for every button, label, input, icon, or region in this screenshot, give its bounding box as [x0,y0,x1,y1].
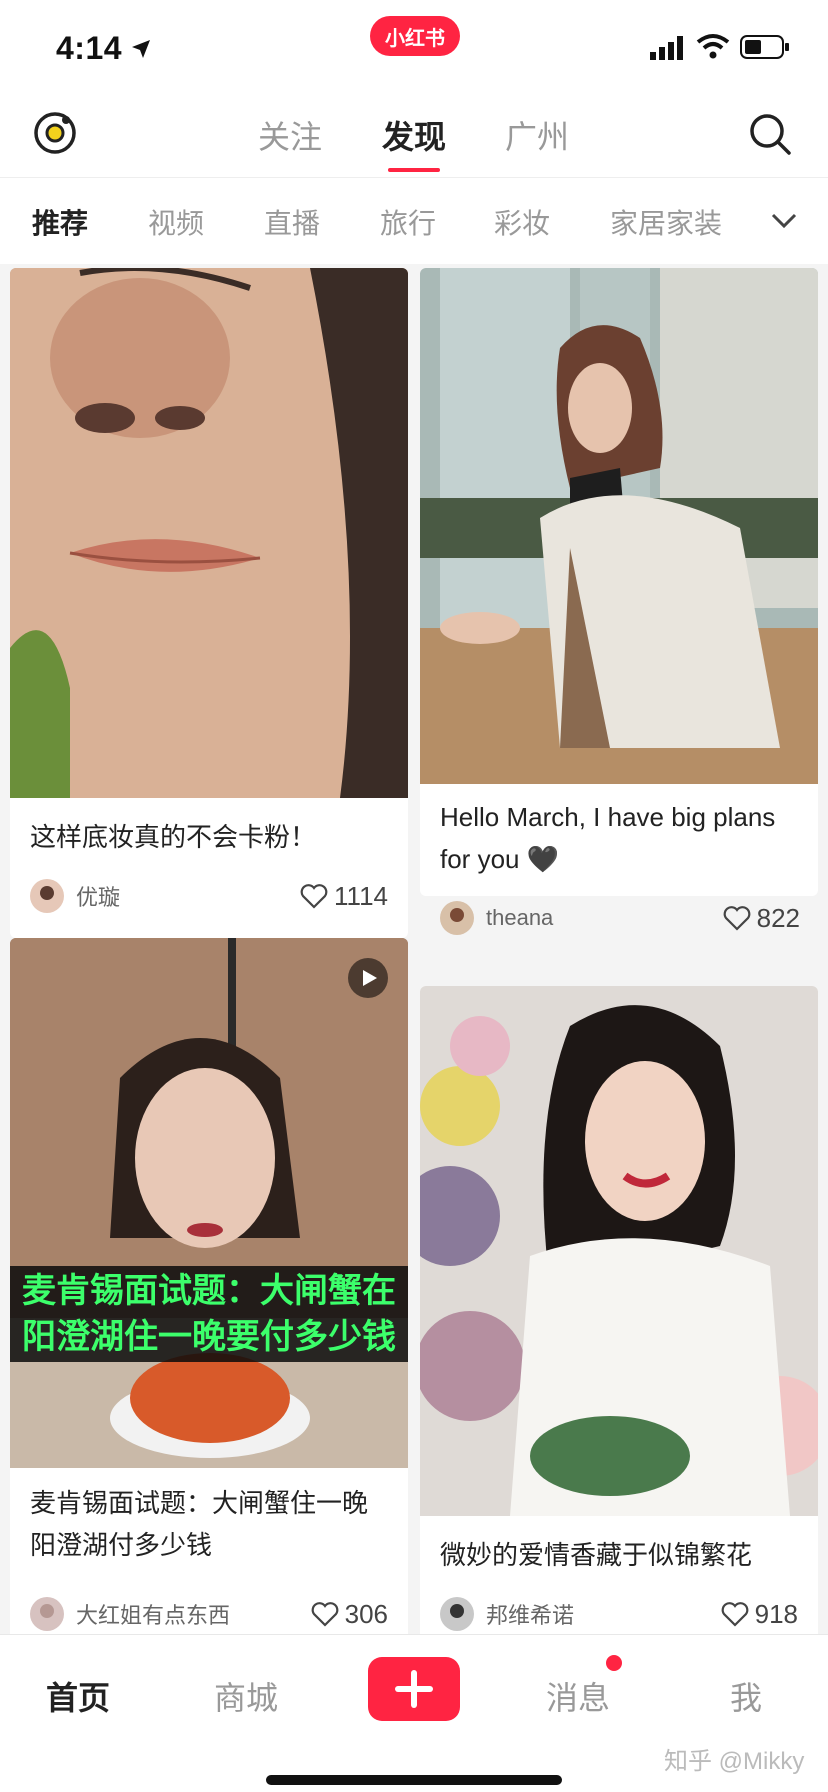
feed-card[interactable]: 麦肯锡面试题：大闸蟹在阳澄湖住一晚要付多少钱 麦肯锡面试题：大闸蟹住一晚阳澄湖付… [10,938,408,1634]
card-title: 麦肯锡面试题：大闸蟹住一晚阳澄湖付多少钱 [30,1488,369,1560]
status-bar: 4:14 小红书 [0,0,828,96]
heart-icon[interactable] [723,905,751,931]
heart-icon[interactable] [721,1601,749,1627]
card-title: 这样底妆真的不会卡粉！ [30,822,317,852]
tab-following[interactable]: 关注 [258,112,322,158]
tab-me[interactable]: 我 [730,1673,762,1719]
tab-home[interactable]: 首页 [46,1673,110,1719]
like-count: 822 [756,902,800,933]
video-thumbnail-image [10,938,408,1468]
category-row: 推荐 视频 直播 旅行 彩妆 家居家装 [0,178,828,264]
face-closeup-image [10,268,408,798]
card-meta: 邦维希诺 918 [440,1596,798,1632]
tab-discover[interactable]: 发现 [382,112,447,172]
category-recommended[interactable]: 推荐 [32,202,88,242]
camera-icon[interactable] [32,110,78,156]
avatar [440,1597,474,1631]
cafe-portrait-image [420,268,818,798]
wifi-icon [696,34,730,59]
app-badge: 小红书 [370,16,460,56]
plus-icon [395,1670,433,1708]
tab-shop[interactable]: 商城 [214,1673,278,1719]
feed: 这样底妆真的不会卡粉！ 优璇 1114 Hello March, I have … [0,264,828,1634]
cellular-signal-icon [650,36,683,60]
card-meta: 大红姐有点东西 306 [30,1596,388,1632]
author-name[interactable]: 邦维希诺 [486,1598,721,1630]
author-name[interactable]: 大红姐有点东西 [76,1598,311,1630]
play-icon [348,958,388,998]
like-count: 918 [754,1598,798,1629]
author-name[interactable]: 优璇 [76,880,300,912]
post-button[interactable] [368,1657,460,1721]
card-image [420,268,818,798]
card-title: 微妙的爱情香藏于似锦繁花 [440,1540,753,1570]
card-meta: theana 822 [440,900,800,936]
top-nav: 关注 发现 广州 [0,96,828,178]
bottom-tab-bar: 首页 商城 消息 我 知乎 @Mikky [0,1634,828,1792]
card-image [420,986,818,1516]
video-caption-overlay: 麦肯锡面试题：大闸蟹在阳澄湖住一晚要付多少钱 [10,1266,408,1362]
card-title: Hello March, I have big plans for you 🖤 [440,802,776,874]
card-image: 麦肯锡面试题：大闸蟹在阳澄湖住一晚要付多少钱 [10,938,408,1468]
tab-label: 发现 [382,119,447,155]
status-time: 4:14 [56,30,123,66]
category-travel[interactable]: 旅行 [380,202,436,242]
home-indicator[interactable] [266,1775,562,1785]
avatar [440,901,474,935]
battery-icon [740,35,789,59]
card-image [10,268,408,798]
chevron-down-icon[interactable] [770,212,798,230]
avatar [30,1597,64,1631]
avatar [30,879,64,913]
watermark: 知乎 @Mikky [664,1748,805,1775]
location-arrow-icon [132,40,150,58]
tab-messages[interactable]: 消息 [546,1673,610,1719]
tab-label: 关注 [258,119,323,155]
card-meta: 优璇 1114 [30,878,388,914]
like-count: 1114 [334,880,388,911]
tab-city[interactable]: 广州 [505,112,569,158]
notification-dot [606,1655,622,1671]
like-count: 306 [344,1598,388,1629]
author-name[interactable]: theana [486,905,723,931]
card-footer: Hello March, I have big plans for you 🖤 [420,784,818,896]
feed-card[interactable]: 这样底妆真的不会卡粉！ 优璇 1114 [10,268,408,938]
category-makeup[interactable]: 彩妆 [494,202,550,242]
category-home[interactable]: 家居家装 [610,202,722,242]
category-video[interactable]: 视频 [148,202,204,242]
feed-card[interactable]: 微妙的爱情香藏于似锦繁花 邦维希诺 918 [420,986,818,1634]
active-tab-indicator [388,168,441,172]
flower-portrait-image [420,986,818,1516]
heart-icon[interactable] [311,1601,339,1627]
search-icon[interactable] [748,112,792,156]
heart-icon[interactable] [300,883,328,909]
tab-label: 广州 [505,119,570,155]
category-live[interactable]: 直播 [264,202,320,242]
